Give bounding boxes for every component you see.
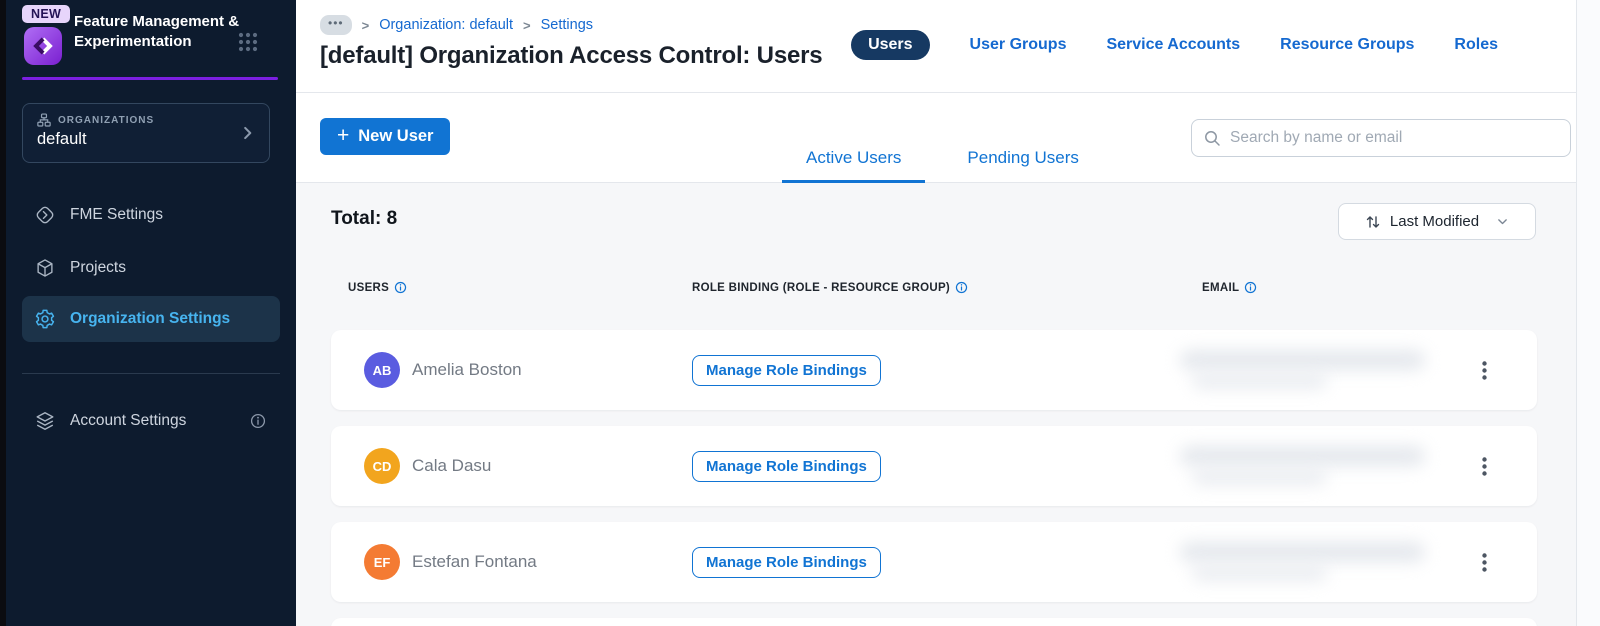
user-state-tabs: Active Users Pending Users	[782, 148, 1103, 183]
sort-arrows-icon	[1366, 215, 1380, 228]
table-row: CD Cala Dasu Manage Role Bindings	[331, 426, 1537, 506]
hierarchy-icon	[37, 113, 51, 127]
kebab-icon	[1481, 552, 1487, 572]
sidebar-item-label: Organization Settings	[70, 310, 231, 327]
manage-role-bindings-button[interactable]: Manage Role Bindings	[692, 355, 881, 386]
split-logo-icon	[33, 37, 53, 55]
organization-value: default	[37, 130, 87, 148]
screen: NEW Feature Management & Experimentation	[0, 0, 1600, 626]
layers-icon	[36, 412, 54, 430]
split-outline-icon	[36, 206, 54, 224]
sidebar-item-label: Account Settings	[70, 412, 187, 429]
chevron-down-icon	[1498, 219, 1507, 225]
total-count: Total: 8	[331, 208, 398, 229]
search-icon	[1205, 130, 1220, 146]
sidebar-item-label: Projects	[70, 259, 126, 276]
breadcrumb-ellipsis-button[interactable]: •••	[320, 15, 352, 35]
row-menu-button[interactable]	[1469, 448, 1499, 484]
table-row-partial	[331, 618, 1537, 626]
tab-pending-users[interactable]: Pending Users	[943, 148, 1103, 183]
sidebar-item-fme-settings[interactable]: FME Settings	[22, 194, 280, 236]
column-header-users: USERS	[348, 281, 407, 294]
row-menu-button[interactable]	[1469, 544, 1499, 580]
table-rows: AB Amelia Boston Manage Role Bindings CD…	[331, 330, 1537, 626]
sort-dropdown[interactable]: Last Modified	[1338, 203, 1536, 240]
tab-active-users[interactable]: Active Users	[782, 148, 926, 183]
info-icon[interactable]	[955, 281, 968, 294]
apps-grid-icon[interactable]	[237, 31, 259, 53]
breadcrumb-separator: >	[361, 17, 370, 33]
organizations-label: ORGANIZATIONS	[58, 114, 155, 126]
nav-tab-roles[interactable]: Roles	[1454, 36, 1498, 54]
sidebar-item-label: FME Settings	[70, 206, 164, 223]
sidebar-item-account-settings[interactable]: Account Settings	[22, 400, 280, 442]
info-icon[interactable]	[394, 281, 407, 294]
new-badge: NEW	[22, 5, 71, 23]
table-row: EF Estefan Fontana Manage Role Bindings	[331, 522, 1537, 602]
nav-tab-users[interactable]: Users	[851, 30, 930, 60]
breadcrumb-link-settings[interactable]: Settings	[541, 17, 593, 33]
nav-tab-service-accounts[interactable]: Service Accounts	[1106, 36, 1240, 54]
user-name: Estefan Fontana	[412, 552, 537, 571]
email-redacted	[1180, 534, 1440, 590]
search-box	[1191, 119, 1571, 157]
user-name: Cala Dasu	[412, 456, 492, 475]
organization-selector[interactable]: ORGANIZATIONS default	[22, 103, 270, 163]
new-user-label: New User	[358, 127, 434, 145]
sidebar: NEW Feature Management & Experimentation	[6, 0, 296, 626]
user-name: Amelia Boston	[412, 360, 522, 379]
row-menu-button[interactable]	[1469, 352, 1499, 388]
breadcrumb-link-organization[interactable]: Organization: default	[379, 17, 513, 33]
search-input[interactable]	[1230, 129, 1558, 147]
manage-role-bindings-button[interactable]: Manage Role Bindings	[692, 451, 881, 482]
main-panel: ••• > Organization: default > Settings […	[296, 0, 1577, 626]
nav-tab-user-groups[interactable]: User Groups	[970, 36, 1067, 54]
app-title: Feature Management & Experimentation	[74, 13, 240, 50]
kebab-icon	[1481, 360, 1487, 380]
sidebar-divider	[22, 373, 280, 374]
brand-divider	[22, 77, 278, 80]
info-icon[interactable]	[1244, 281, 1257, 294]
column-header-role-binding: ROLE BINDING (ROLE - RESOURCE GROUP)	[692, 281, 968, 294]
users-table: Total: 8 Last Modified USERS ROLE BINDIN…	[296, 183, 1576, 626]
email-redacted	[1180, 438, 1440, 494]
info-icon[interactable]	[250, 413, 266, 429]
page-header: ••• > Organization: default > Settings […	[296, 0, 1576, 93]
sidebar-item-projects[interactable]: Projects	[22, 247, 280, 289]
chevron-right-icon	[244, 126, 252, 140]
breadcrumb: ••• > Organization: default > Settings	[320, 15, 593, 35]
avatar: EF	[364, 544, 400, 580]
nav-tab-resource-groups[interactable]: Resource Groups	[1280, 36, 1414, 54]
breadcrumb-separator: >	[523, 17, 531, 33]
page-title: [default] Organization Access Control: U…	[320, 42, 823, 69]
column-header-email: EMAIL	[1202, 281, 1257, 294]
gear-icon	[35, 309, 55, 329]
plus-icon: +	[337, 123, 350, 147]
avatar: AB	[364, 352, 400, 388]
avatar: CD	[364, 448, 400, 484]
new-user-button[interactable]: + New User	[320, 118, 451, 155]
sort-value: Last Modified	[1389, 213, 1480, 230]
access-control-nav: Users User Groups Service Accounts Resou…	[851, 30, 1498, 60]
table-row: AB Amelia Boston Manage Role Bindings	[331, 330, 1537, 410]
sidebar-item-organization-settings[interactable]: Organization Settings	[22, 296, 280, 342]
email-redacted	[1180, 342, 1440, 398]
manage-role-bindings-button[interactable]: Manage Role Bindings	[692, 547, 881, 578]
toolbar: + New User Active Users Pending Users	[296, 93, 1576, 183]
box-icon	[37, 259, 53, 277]
table-header-row: USERS ROLE BINDING (ROLE - RESOURCE GROU…	[296, 281, 1576, 301]
kebab-icon	[1481, 456, 1487, 476]
app-logo	[24, 27, 62, 65]
